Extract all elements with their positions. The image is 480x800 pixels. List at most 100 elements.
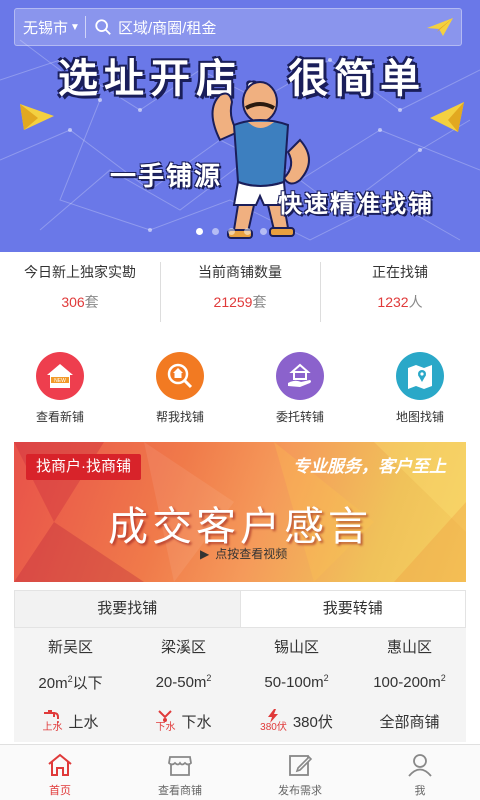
promo-banner[interactable]: 找商户·找商铺 专业服务，客户至上 成交客户感言 ▶ 点按查看视频 <box>14 442 466 582</box>
nav-profile[interactable]: 我 <box>360 745 480 800</box>
carousel-dot[interactable] <box>260 228 267 235</box>
search-bar[interactable]: 无锡市 ▼ 区域/商圈/租金 <box>14 8 462 46</box>
decorative-triangle-icon <box>430 102 464 132</box>
play-label: 点按查看视频 <box>215 547 288 561</box>
nav-label: 首页 <box>49 785 71 797</box>
play-icon: ▶ <box>200 546 210 561</box>
nav-browse-shops[interactable]: 查看商铺 <box>120 745 240 800</box>
carousel-dot[interactable] <box>196 228 203 235</box>
lightning-icon: 380伏 <box>260 709 287 733</box>
district-row: 新吴区 梁溪区 锡山区 惠山区 <box>14 628 466 664</box>
stat-seekers: 正在找铺 1232人 <box>320 252 480 324</box>
svg-text:NEW: NEW <box>54 378 66 384</box>
stat-value: 306 <box>61 294 85 310</box>
mode-tabs: 我要找铺 我要转铺 <box>14 590 466 628</box>
tab-transfer-shop[interactable]: 我要转铺 <box>239 591 465 627</box>
stat-value: 21259 <box>213 294 253 310</box>
user-icon <box>408 754 432 777</box>
feature-badge: 380伏 <box>260 722 287 733</box>
tab-find-shop[interactable]: 我要找铺 <box>15 591 240 627</box>
stat-unit: 套 <box>252 294 267 310</box>
quick-item-entrust[interactable]: 委托转铺 <box>240 352 360 432</box>
area-option[interactable]: 20m2以下 <box>14 672 127 693</box>
area-sup: 2 <box>323 673 329 683</box>
area-text: 50-100m <box>264 674 324 691</box>
stat-new-listings: 今日新上独家实勘 306套 <box>0 252 160 324</box>
area-text: 20m <box>38 674 68 692</box>
storefront-icon <box>168 756 192 776</box>
district-option[interactable]: 新吴区 <box>14 636 127 657</box>
search-input[interactable]: 区域/商圈/租金 <box>86 17 425 38</box>
feature-label: 上水 <box>68 713 99 731</box>
stat-label: 当前商铺数量 <box>198 264 282 280</box>
paper-plane-icon[interactable] <box>425 16 455 38</box>
stat-shop-count: 当前商铺数量 21259套 <box>160 252 320 324</box>
promo-title: 成交客户感言 <box>108 505 372 549</box>
new-house-icon: NEW <box>36 352 84 400</box>
filter-grid: 新吴区 梁溪区 锡山区 惠山区 20m2以下 20-50m2 50-100m2 … <box>14 628 466 742</box>
district-option[interactable]: 惠山区 <box>353 636 466 657</box>
stat-label: 正在找铺 <box>372 264 428 280</box>
area-option[interactable]: 20-50m2 <box>127 673 240 691</box>
district-option[interactable]: 梁溪区 <box>127 636 240 657</box>
nav-label: 发布需求 <box>278 785 322 797</box>
district-option[interactable]: 锡山区 <box>240 636 353 657</box>
map-icon <box>396 352 444 400</box>
area-option[interactable]: 100-200m2 <box>353 673 466 691</box>
edit-icon <box>289 755 313 776</box>
feature-option-380v[interactable]: 380伏 380伏 <box>240 709 353 733</box>
stat-value-wrap: 1232人 <box>320 292 480 312</box>
feature-option-water-supply[interactable]: 上水 上水 <box>14 709 127 733</box>
area-text: 100-200m <box>373 674 441 691</box>
quick-item-find-shop[interactable]: 帮我找铺 <box>120 352 240 432</box>
stat-unit: 人 <box>408 294 423 310</box>
search-placeholder: 区域/商圈/租金 <box>118 19 217 37</box>
stat-value-wrap: 306套 <box>0 292 160 312</box>
area-suffix: 以下 <box>72 674 103 692</box>
area-option[interactable]: 50-100m2 <box>240 673 353 691</box>
faucet-icon: 上水 <box>42 709 62 733</box>
area-sup: 2 <box>440 673 446 683</box>
feature-option-all[interactable]: 全部商铺 <box>353 711 466 732</box>
feature-label: 全部商铺 <box>379 713 440 731</box>
stat-value: 1232 <box>377 294 409 310</box>
carousel-dot[interactable] <box>244 228 251 235</box>
nav-post-request[interactable]: 发布需求 <box>240 745 360 800</box>
search-icon <box>95 19 111 35</box>
quick-item-label: 帮我找铺 <box>155 410 204 424</box>
area-sup: 2 <box>206 673 212 683</box>
promo-tag: 找商户·找商铺 <box>26 454 141 480</box>
city-selector[interactable]: 无锡市 ▼ <box>15 17 85 38</box>
carousel-dot[interactable] <box>212 228 219 235</box>
banner-subtitle-1: 一手铺源 <box>110 161 223 191</box>
hero-banner[interactable]: 无锡市 ▼ 区域/商圈/租金 选址开店，很简单 一手铺源 快速精准找铺 <box>0 0 480 252</box>
feature-label: 380伏 <box>292 713 333 731</box>
search-house-icon <box>156 352 204 400</box>
quick-item-label: 地图找铺 <box>395 410 444 424</box>
chevron-down-icon: ▼ <box>70 21 80 33</box>
carousel-dot[interactable] <box>228 228 235 235</box>
quick-item-label: 查看新铺 <box>35 410 84 424</box>
quick-item-label: 委托转铺 <box>275 410 324 424</box>
promo-slogan: 专业服务，客户至上 <box>293 457 446 476</box>
feature-option-drainage[interactable]: 下水 下水 <box>127 709 240 733</box>
feature-label: 下水 <box>181 713 212 731</box>
hand-house-icon <box>276 352 324 400</box>
stat-value-wrap: 21259套 <box>160 292 320 312</box>
carousel-indicator[interactable] <box>196 228 267 235</box>
play-video-button[interactable]: ▶ 点按查看视频 <box>200 545 287 562</box>
quick-menu: NEW 查看新铺 帮我找铺 委托转铺 地图找铺 <box>0 352 480 432</box>
banner-subtitle-2: 快速精准找铺 <box>278 191 434 218</box>
quick-item-map[interactable]: 地图找铺 <box>360 352 480 432</box>
stats-row: 今日新上独家实勘 306套 当前商铺数量 21259套 正在找铺 1232人 <box>0 252 480 324</box>
area-text: 20-50m <box>155 674 207 691</box>
nav-label: 我 <box>414 785 426 797</box>
bottom-navigation: 首页 查看商铺 发布需求 我 <box>0 744 480 800</box>
feature-row: 上水 上水 下水 下水 380伏 380伏 全部商铺 <box>14 700 466 742</box>
quick-item-new-shops[interactable]: NEW 查看新铺 <box>0 352 120 432</box>
nav-home[interactable]: 首页 <box>0 745 120 800</box>
feature-badge: 下水 <box>155 722 176 733</box>
stat-label: 今日新上独家实勘 <box>24 264 136 280</box>
nav-label: 查看商铺 <box>158 785 202 797</box>
area-row: 20m2以下 20-50m2 50-100m2 100-200m2 <box>14 664 466 700</box>
